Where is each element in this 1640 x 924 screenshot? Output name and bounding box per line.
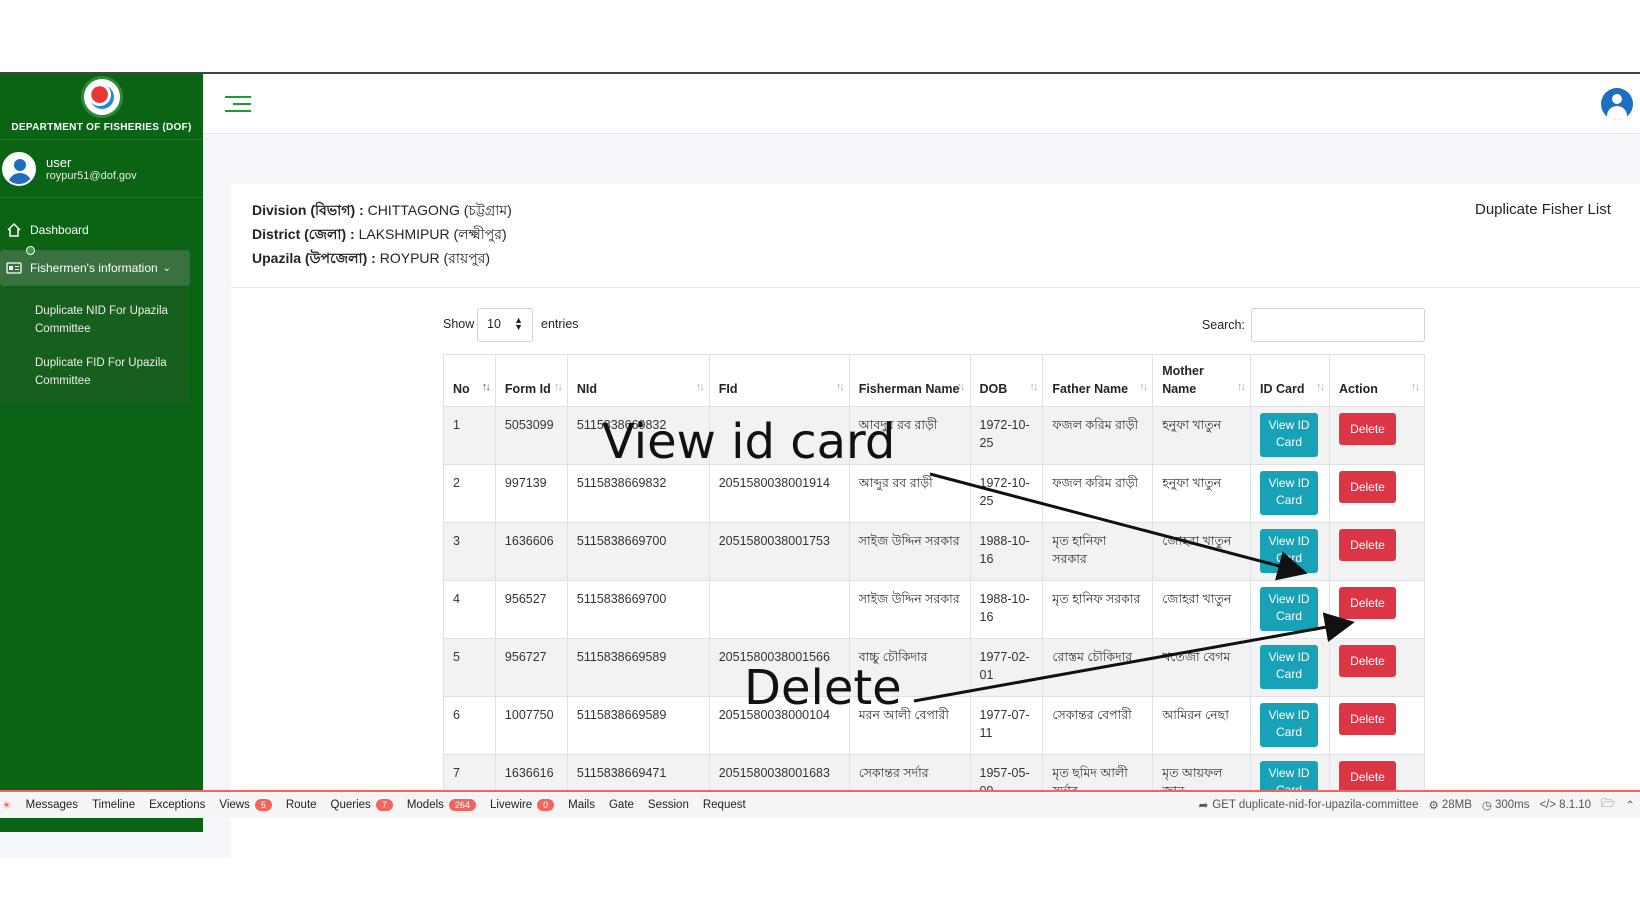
debugbar-tab-gate[interactable]: Gate [602,792,641,818]
debugbar-tab-livewire[interactable]: Livewire 0 [483,792,561,818]
count-badge: 0 [537,799,555,811]
debugbar-logo-icon[interactable]: ✴ [0,792,19,818]
time-info[interactable]: ◷ 300ms [1477,792,1535,818]
debugbar-tab-mails[interactable]: Mails [561,792,602,818]
debug-bar: ✴ Messages Timeline Exceptions Views 5 Route Q… [0,790,1640,818]
folder-icon[interactable]: 🗁 [1596,792,1620,818]
chevron-up-icon[interactable]: ⌃ [1620,792,1640,818]
debugbar-tab-session[interactable]: Session [641,792,696,818]
count-badge: 5 [254,799,272,811]
debugbar-tab-timeline[interactable]: Timeline [85,792,142,818]
annotation-delete: Delete [744,660,902,716]
debugbar-tab-models[interactable]: Models 264 [400,792,483,818]
gear-icon: ⚙ [1428,800,1439,812]
debugbar-tab-queries[interactable]: Queries 7 [324,792,400,818]
share-icon: ➦ [1198,800,1209,812]
debugbar-tab-exceptions[interactable]: Exceptions [142,792,212,818]
arrow-to-delete [913,612,1355,703]
clock-icon: ◷ [1481,800,1492,812]
count-badge: 264 [448,799,476,811]
count-badge: 7 [375,799,393,811]
route-info[interactable]: ➦ GET duplicate-nid-for-upazila-committee [1194,792,1424,818]
code-icon: </> [1539,799,1557,811]
debugbar-tab-messages[interactable]: Messages [19,792,85,818]
app-window: DEPARTMENT OF FISHERIES (DOF) user roypu… [0,72,1640,858]
debugbar-tab-views[interactable]: Views 5 [212,792,278,818]
memory-info[interactable]: ⚙ 28MB [1424,792,1477,818]
arrow-to-view-card [929,472,1308,581]
version-info: </> 8.1.10 [1539,799,1592,811]
debugbar-tab-request[interactable]: Request [696,792,753,818]
annotation-view-id-card: View id card [602,414,896,470]
debugbar-tab-route[interactable]: Route [279,792,324,818]
